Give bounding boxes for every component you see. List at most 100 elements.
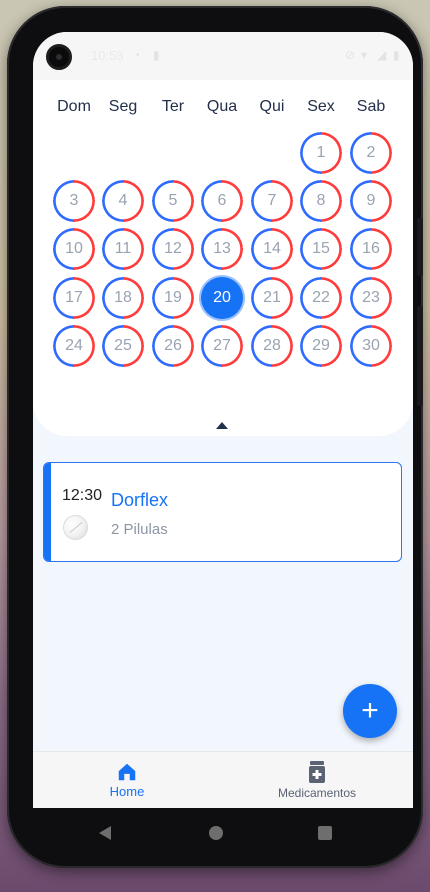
day-number: 3 [69,192,79,209]
calendar-panel: Dom Seg Ter Qua Qui Sex Sab 1 2 3 4 5 6 7 8 9 10 11 12 13 1… [33,80,413,436]
day-25[interactable]: 25 [102,325,144,367]
day-29[interactable]: 29 [300,325,342,367]
weekday-sab: Sab [356,98,386,115]
day-number: 8 [316,192,326,209]
nav-item-home[interactable]: Home [87,752,167,808]
day-15[interactable]: 15 [300,228,342,270]
power-button [417,218,423,276]
medication-dose: 2 Pilulas [111,521,168,538]
status-bar: 10:53 ◔ ▮ ⊘ ▾ ◢ ▮ [33,32,413,80]
day-3[interactable]: 3 [53,180,95,222]
day-number: 9 [366,192,376,209]
nav-item-medicamentos[interactable]: Medicamentos [267,752,367,808]
day-7[interactable]: 7 [251,180,293,222]
wifi-icon: ▾ [361,48,368,62]
day-10[interactable]: 10 [53,228,95,270]
day-26[interactable]: 26 [152,325,194,367]
plus-icon: + [361,694,379,727]
day-16[interactable]: 16 [350,228,392,270]
day-number: 4 [118,192,128,209]
day-number: 13 [213,240,231,257]
day-number: 16 [362,240,380,257]
phone-frame: 10:53 ◔ ▮ ⊘ ▾ ◢ ▮ Dom Seg Ter Qua Qui Sex Sab … [7,6,423,868]
front-camera [46,44,72,70]
sync-icon: ◔ [133,48,141,62]
collapse-calendar-icon[interactable] [216,422,228,429]
day-number: 30 [362,337,380,354]
card-accent-bar [44,463,51,561]
weekday-qui: Qui [259,98,285,115]
day-23[interactable]: 23 [350,277,392,319]
day-19[interactable]: 19 [152,277,194,319]
medication-time: 12:30 [62,487,103,504]
day-number: 25 [114,337,132,354]
weekday-sex: Sex [307,98,335,115]
day-number: 5 [168,192,178,209]
weekday-ter: Ter [161,98,185,115]
day-number: 11 [114,240,132,257]
system-nav-bar [7,810,423,870]
day-18[interactable]: 18 [102,277,144,319]
weekday-dom: Dom [57,98,91,115]
day-number: 1 [316,144,326,161]
day-11[interactable]: 11 [102,228,144,270]
day-13[interactable]: 13 [201,228,243,270]
day-number: 7 [267,192,277,209]
day-number: 22 [312,289,330,306]
day-number: 20 [213,289,231,306]
day-21[interactable]: 21 [251,277,293,319]
home-circle-icon[interactable] [209,826,223,840]
battery-icon: ▮ [393,48,400,62]
day-number: 28 [263,337,281,354]
sim-icon: ▮ [153,48,160,62]
add-medication-button[interactable]: + [343,684,397,738]
recent-apps-icon[interactable] [318,826,332,840]
day-6[interactable]: 6 [201,180,243,222]
day-22[interactable]: 22 [300,277,342,319]
day-20[interactable]: 20 [201,277,243,319]
back-icon[interactable] [99,826,111,840]
pill-icon [63,515,88,540]
volume-button [417,306,423,406]
medication-name: Dorflex [111,490,169,510]
day-number: 17 [65,289,83,306]
day-number: 21 [263,289,281,306]
day-8[interactable]: 8 [300,180,342,222]
medicine-bottle-icon [309,761,325,783]
app-screen: 10:53 ◔ ▮ ⊘ ▾ ◢ ▮ Dom Seg Ter Qua Qui Sex Sab … [33,32,413,808]
day-12[interactable]: 12 [152,228,194,270]
medication-card[interactable]: 12:30 Dorflex 2 Pilulas [43,462,402,562]
day-number: 19 [164,289,182,306]
day-17[interactable]: 17 [53,277,95,319]
alarm-icon: ⊘ [345,48,356,62]
nav-label-home: Home [109,784,145,799]
day-5[interactable]: 5 [152,180,194,222]
day-24[interactable]: 24 [53,325,95,367]
day-number: 24 [65,337,83,354]
bottom-nav: Home Medicamentos [33,751,413,808]
day-number: 15 [312,240,330,257]
day-number: 18 [114,289,132,306]
day-number: 23 [362,289,380,306]
day-30[interactable]: 30 [350,325,392,367]
day-number: 12 [164,240,182,257]
home-icon [118,763,136,781]
day-number: 29 [312,337,330,354]
day-2[interactable]: 2 [350,132,392,174]
day-number: 26 [164,337,182,354]
day-4[interactable]: 4 [102,180,144,222]
day-1[interactable]: 1 [300,132,342,174]
day-14[interactable]: 14 [251,228,293,270]
weekday-seg: Seg [108,98,138,115]
day-number: 10 [65,240,83,257]
day-number: 2 [366,144,376,161]
day-27[interactable]: 27 [201,325,243,367]
day-number: 27 [213,337,231,354]
day-number: 6 [217,192,227,209]
status-time: 10:53 [91,48,124,63]
day-number: 14 [263,240,281,257]
signal-icon: ◢ [377,48,387,62]
day-28[interactable]: 28 [251,325,293,367]
day-9[interactable]: 9 [350,180,392,222]
weekday-qua: Qua [206,98,238,115]
